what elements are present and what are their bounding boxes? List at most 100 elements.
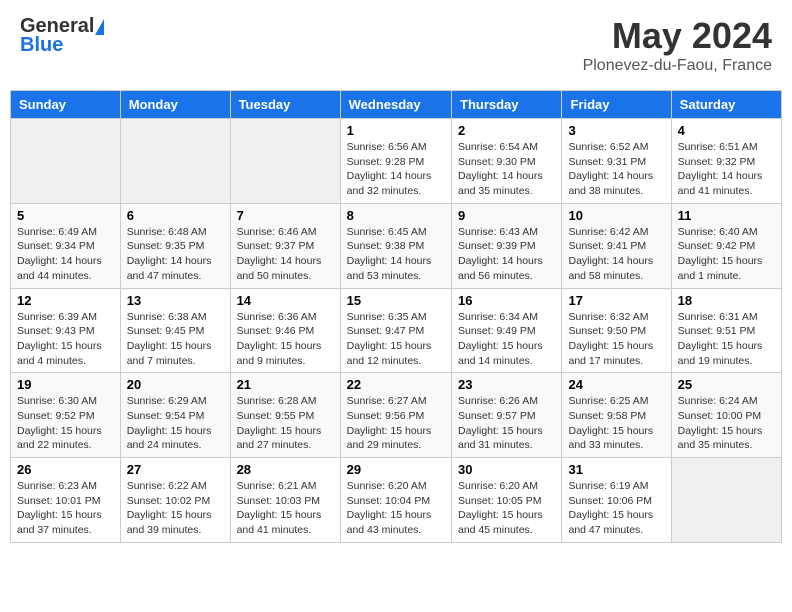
calendar-table: SundayMondayTuesdayWednesdayThursdayFrid… bbox=[10, 90, 782, 543]
day-number: 17 bbox=[568, 293, 664, 308]
day-number: 9 bbox=[458, 208, 555, 223]
day-info: Sunrise: 6:43 AMSunset: 9:39 PMDaylight:… bbox=[458, 225, 555, 284]
day-info: Sunrise: 6:45 AMSunset: 9:38 PMDaylight:… bbox=[347, 225, 445, 284]
day-info: Sunrise: 6:24 AMSunset: 10:00 PMDaylight… bbox=[678, 394, 775, 453]
day-info: Sunrise: 6:56 AMSunset: 9:28 PMDaylight:… bbox=[347, 140, 445, 199]
day-number: 7 bbox=[237, 208, 334, 223]
calendar-header-friday: Friday bbox=[562, 91, 671, 119]
calendar-cell: 15 Sunrise: 6:35 AMSunset: 9:47 PMDayligh… bbox=[340, 288, 451, 373]
title-area: May 2024 Plonevez-du-Faou, France bbox=[583, 15, 772, 75]
day-number: 12 bbox=[17, 293, 114, 308]
day-number: 6 bbox=[127, 208, 224, 223]
day-info: Sunrise: 6:28 AMSunset: 9:55 PMDaylight:… bbox=[237, 394, 334, 453]
calendar-cell: 23 Sunrise: 6:26 AMSunset: 9:57 PMDayligh… bbox=[452, 373, 562, 458]
calendar-header-wednesday: Wednesday bbox=[340, 91, 451, 119]
page-header: General Blue May 2024 Plonevez-du-Faou, … bbox=[10, 10, 782, 80]
day-info: Sunrise: 6:40 AMSunset: 9:42 PMDaylight:… bbox=[678, 225, 775, 284]
day-info: Sunrise: 6:25 AMSunset: 9:58 PMDaylight:… bbox=[568, 394, 664, 453]
day-number: 8 bbox=[347, 208, 445, 223]
day-number: 24 bbox=[568, 377, 664, 392]
calendar-cell: 22 Sunrise: 6:27 AMSunset: 9:56 PMDayligh… bbox=[340, 373, 451, 458]
calendar-cell: 16 Sunrise: 6:34 AMSunset: 9:49 PMDayligh… bbox=[452, 288, 562, 373]
calendar-week-row: 5 Sunrise: 6:49 AMSunset: 9:34 PMDaylight… bbox=[11, 203, 782, 288]
day-number: 31 bbox=[568, 462, 664, 477]
day-number: 1 bbox=[347, 123, 445, 138]
day-info: Sunrise: 6:19 AMSunset: 10:06 PMDaylight… bbox=[568, 479, 664, 538]
day-number: 21 bbox=[237, 377, 334, 392]
calendar-cell: 5 Sunrise: 6:49 AMSunset: 9:34 PMDaylight… bbox=[11, 203, 121, 288]
calendar-cell: 20Sunrise: 6:29 AMSunset: 9:54 PMDayligh… bbox=[120, 373, 230, 458]
calendar-cell bbox=[120, 119, 230, 204]
day-number: 13 bbox=[127, 293, 224, 308]
day-info: Sunrise: 6:51 AMSunset: 9:32 PMDaylight:… bbox=[678, 140, 775, 199]
day-info: Sunrise: 6:20 AMSunset: 10:04 PMDaylight… bbox=[347, 479, 445, 538]
calendar-header-thursday: Thursday bbox=[452, 91, 562, 119]
month-title: May 2024 bbox=[583, 15, 772, 57]
day-info: Sunrise: 6:46 AMSunset: 9:37 PMDaylight:… bbox=[237, 225, 334, 284]
calendar-header-monday: Monday bbox=[120, 91, 230, 119]
calendar-cell: 29 Sunrise: 6:20 AMSunset: 10:04 PMDaylig… bbox=[340, 458, 451, 543]
calendar-cell: 25Sunrise: 6:24 AMSunset: 10:00 PMDaylig… bbox=[671, 373, 781, 458]
calendar-cell: 31 Sunrise: 6:19 AMSunset: 10:06 PMDaylig… bbox=[562, 458, 671, 543]
day-number: 14 bbox=[237, 293, 334, 308]
calendar-cell: 28Sunrise: 6:21 AMSunset: 10:03 PMDaylig… bbox=[230, 458, 340, 543]
calendar-cell: 8 Sunrise: 6:45 AMSunset: 9:38 PMDaylight… bbox=[340, 203, 451, 288]
calendar-cell bbox=[11, 119, 121, 204]
calendar-cell: 21 Sunrise: 6:28 AMSunset: 9:55 PMDayligh… bbox=[230, 373, 340, 458]
calendar-cell: 1 Sunrise: 6:56 AMSunset: 9:28 PMDaylight… bbox=[340, 119, 451, 204]
day-info: Sunrise: 6:29 AMSunset: 9:54 PMDaylight:… bbox=[127, 394, 224, 453]
day-number: 22 bbox=[347, 377, 445, 392]
calendar-week-row: 1 Sunrise: 6:56 AMSunset: 9:28 PMDaylight… bbox=[11, 119, 782, 204]
calendar-cell: 27Sunrise: 6:22 AMSunset: 10:02 PMDaylig… bbox=[120, 458, 230, 543]
logo-blue: Blue bbox=[20, 34, 63, 57]
day-number: 10 bbox=[568, 208, 664, 223]
location-title: Plonevez-du-Faou, France bbox=[583, 57, 772, 75]
calendar-cell: 9 Sunrise: 6:43 AMSunset: 9:39 PMDaylight… bbox=[452, 203, 562, 288]
day-info: Sunrise: 6:34 AMSunset: 9:49 PMDaylight:… bbox=[458, 310, 555, 369]
day-info: Sunrise: 6:49 AMSunset: 9:34 PMDaylight:… bbox=[17, 225, 114, 284]
calendar-header-sunday: Sunday bbox=[11, 91, 121, 119]
day-info: Sunrise: 6:38 AMSunset: 9:45 PMDaylight:… bbox=[127, 310, 224, 369]
calendar-cell: 18Sunrise: 6:31 AMSunset: 9:51 PMDayligh… bbox=[671, 288, 781, 373]
day-number: 26 bbox=[17, 462, 114, 477]
calendar-cell bbox=[671, 458, 781, 543]
day-info: Sunrise: 6:42 AMSunset: 9:41 PMDaylight:… bbox=[568, 225, 664, 284]
day-info: Sunrise: 6:22 AMSunset: 10:02 PMDaylight… bbox=[127, 479, 224, 538]
day-info: Sunrise: 6:27 AMSunset: 9:56 PMDaylight:… bbox=[347, 394, 445, 453]
day-info: Sunrise: 6:31 AMSunset: 9:51 PMDaylight:… bbox=[678, 310, 775, 369]
calendar-header-tuesday: Tuesday bbox=[230, 91, 340, 119]
day-info: Sunrise: 6:26 AMSunset: 9:57 PMDaylight:… bbox=[458, 394, 555, 453]
calendar-cell: 30Sunrise: 6:20 AMSunset: 10:05 PMDaylig… bbox=[452, 458, 562, 543]
day-number: 29 bbox=[347, 462, 445, 477]
day-info: Sunrise: 6:21 AMSunset: 10:03 PMDaylight… bbox=[237, 479, 334, 538]
calendar-header-saturday: Saturday bbox=[671, 91, 781, 119]
day-info: Sunrise: 6:30 AMSunset: 9:52 PMDaylight:… bbox=[17, 394, 114, 453]
calendar-cell: 13 Sunrise: 6:38 AMSunset: 9:45 PMDayligh… bbox=[120, 288, 230, 373]
calendar-week-row: 26Sunrise: 6:23 AMSunset: 10:01 PMDaylig… bbox=[11, 458, 782, 543]
day-info: Sunrise: 6:36 AMSunset: 9:46 PMDaylight:… bbox=[237, 310, 334, 369]
day-number: 3 bbox=[568, 123, 664, 138]
day-info: Sunrise: 6:20 AMSunset: 10:05 PMDaylight… bbox=[458, 479, 555, 538]
calendar-cell: 3Sunrise: 6:52 AMSunset: 9:31 PMDaylight… bbox=[562, 119, 671, 204]
calendar-cell: 14 Sunrise: 6:36 AMSunset: 9:46 PMDayligh… bbox=[230, 288, 340, 373]
calendar-cell: 10 Sunrise: 6:42 AMSunset: 9:41 PMDayligh… bbox=[562, 203, 671, 288]
logo: General Blue bbox=[20, 15, 104, 57]
day-number: 2 bbox=[458, 123, 555, 138]
calendar-cell: 2 Sunrise: 6:54 AMSunset: 9:30 PMDaylight… bbox=[452, 119, 562, 204]
day-number: 5 bbox=[17, 208, 114, 223]
day-info: Sunrise: 6:54 AMSunset: 9:30 PMDaylight:… bbox=[458, 140, 555, 199]
calendar-cell bbox=[230, 119, 340, 204]
calendar-cell: 17Sunrise: 6:32 AMSunset: 9:50 PMDayligh… bbox=[562, 288, 671, 373]
day-number: 19 bbox=[17, 377, 114, 392]
day-number: 16 bbox=[458, 293, 555, 308]
calendar-cell: 11 Sunrise: 6:40 AMSunset: 9:42 PMDayligh… bbox=[671, 203, 781, 288]
day-number: 23 bbox=[458, 377, 555, 392]
day-info: Sunrise: 6:39 AMSunset: 9:43 PMDaylight:… bbox=[17, 310, 114, 369]
day-number: 11 bbox=[678, 208, 775, 223]
calendar-week-row: 19 Sunrise: 6:30 AMSunset: 9:52 PMDayligh… bbox=[11, 373, 782, 458]
logo-triangle-icon bbox=[95, 19, 104, 35]
day-number: 15 bbox=[347, 293, 445, 308]
calendar-cell: 26Sunrise: 6:23 AMSunset: 10:01 PMDaylig… bbox=[11, 458, 121, 543]
day-info: Sunrise: 6:35 AMSunset: 9:47 PMDaylight:… bbox=[347, 310, 445, 369]
calendar-cell: 19 Sunrise: 6:30 AMSunset: 9:52 PMDayligh… bbox=[11, 373, 121, 458]
